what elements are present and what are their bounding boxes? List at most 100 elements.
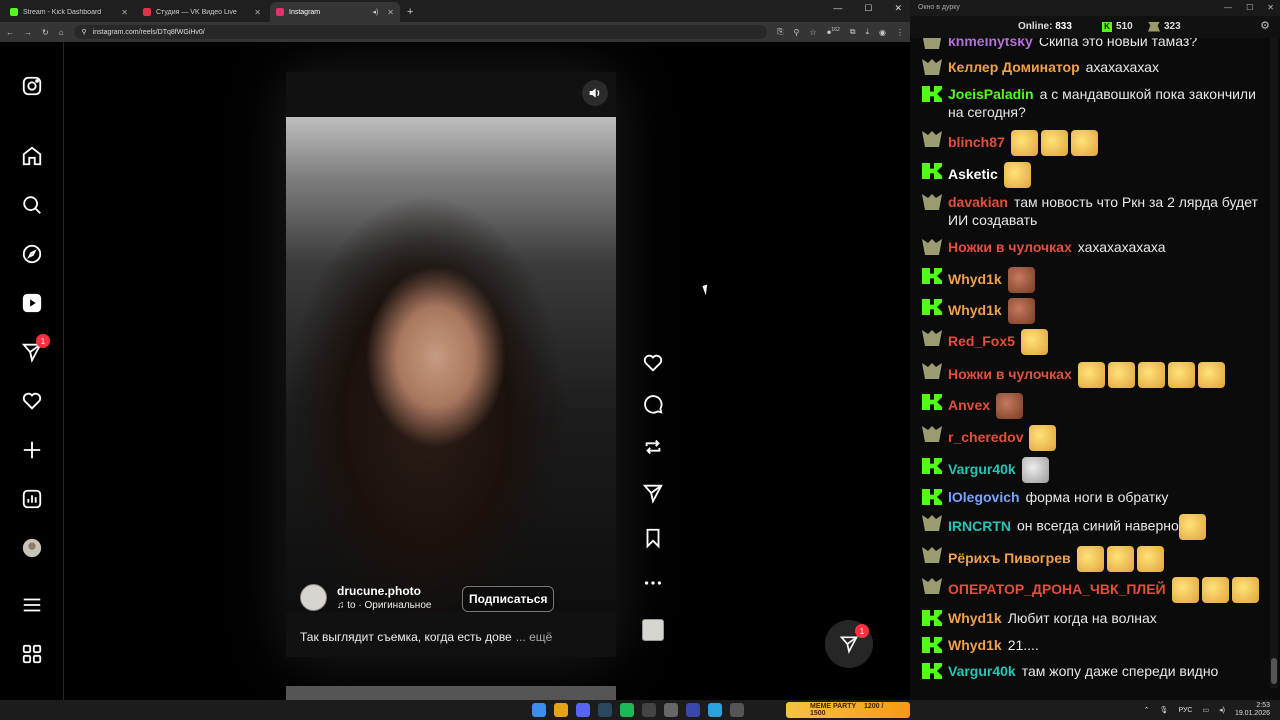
app-icon[interactable] [730, 703, 744, 717]
share-icon[interactable] [641, 481, 665, 505]
mic-icon[interactable]: 🎙 [1160, 706, 1169, 714]
create-plus-icon[interactable] [20, 438, 44, 462]
new-tab-button[interactable]: + [407, 2, 413, 22]
clock[interactable]: 2:53 19.01.2026 [1235, 702, 1270, 718]
chat-username[interactable]: khmelnytsky [948, 38, 1033, 49]
tab-kick-dashboard[interactable]: Stream - Kick Dashboard ✕ [4, 2, 134, 22]
telegram-icon[interactable] [708, 703, 722, 717]
chat-username[interactable]: Ножки в чулочках [948, 239, 1072, 255]
minimize-icon[interactable]: — [833, 3, 842, 14]
start-windows-icon[interactable] [532, 703, 546, 717]
app-icon[interactable] [664, 703, 678, 717]
reels-nav-icon[interactable] [20, 291, 44, 315]
chat-username[interactable]: Whyd1k [948, 637, 1002, 653]
emote-icon [1007, 267, 1035, 293]
language-indicator[interactable]: РУС [1178, 707, 1192, 714]
speaker-icon[interactable]: ◂) [372, 8, 378, 16]
discord-icon[interactable] [576, 703, 590, 717]
follow-button[interactable]: Подписаться [462, 586, 555, 612]
settings-gear-icon[interactable]: ⚙ [1260, 19, 1270, 32]
comment-icon[interactable] [641, 393, 665, 417]
close-icon[interactable]: ✕ [387, 8, 394, 17]
author-username[interactable]: drucune.photo [337, 584, 431, 598]
reload-icon[interactable]: ↻ [42, 28, 49, 37]
steam-icon[interactable] [598, 703, 612, 717]
chat-username[interactable]: Whyd1k [948, 302, 1002, 318]
chat-username[interactable]: blinch87 [948, 134, 1005, 150]
scroll-thumb[interactable] [1271, 658, 1277, 684]
network-icon[interactable]: ▭ [1202, 706, 1209, 714]
crown-badge-icon [922, 363, 942, 379]
chat-username[interactable]: IRNCRTN [948, 518, 1011, 534]
minimize-icon[interactable]: — [1224, 3, 1232, 12]
chat-username[interactable]: Asketic [948, 166, 998, 182]
caption-more-link[interactable]: ... ещё [516, 630, 553, 644]
home-icon[interactable]: ⌂ [59, 28, 64, 37]
chat-username[interactable]: Whyd1k [948, 610, 1002, 626]
player-icon[interactable] [686, 703, 700, 717]
meme-party-widget[interactable]: MEME PARTY 1200 / 1500 [786, 702, 910, 718]
chat-username[interactable]: Vargur40k [948, 461, 1016, 477]
back-icon[interactable]: ← [6, 28, 14, 37]
profile-icon[interactable]: ◉ [879, 28, 886, 37]
site-info-icon[interactable]: ⚲ [82, 28, 87, 36]
more-menu-icon[interactable] [20, 593, 44, 617]
tab-instagram[interactable]: Instagram ◂) ✕ [270, 2, 400, 22]
spotify-icon[interactable] [620, 703, 634, 717]
chat-username[interactable]: Anvex [948, 397, 990, 413]
volume-icon[interactable]: ◂) [1219, 706, 1225, 714]
maximize-icon[interactable]: ☐ [1246, 3, 1253, 12]
chrome-icon[interactable] [554, 703, 568, 717]
forward-icon[interactable]: → [24, 28, 32, 37]
repost-icon[interactable] [641, 435, 665, 459]
chat-username[interactable]: Whyd1k [948, 271, 1002, 287]
extension-icon[interactable]: ●162 [827, 27, 840, 37]
like-heart-icon[interactable] [641, 351, 665, 375]
chat-username[interactable]: Рёрихъ Пивогрев [948, 550, 1071, 566]
more-options-icon[interactable] [641, 571, 665, 595]
close-window-icon[interactable]: ✕ [894, 3, 902, 14]
audio-thumbnail[interactable] [642, 619, 664, 641]
close-window-icon[interactable]: ✕ [1267, 3, 1274, 12]
search-nav-icon[interactable] [20, 193, 44, 217]
puzzle-icon[interactable]: ⧉ [850, 27, 856, 37]
profile-avatar-icon[interactable] [20, 536, 44, 560]
close-icon[interactable]: ✕ [254, 8, 261, 17]
chat-username[interactable]: ОПЕРАТОР_ДРОНА_ЧВК_ПЛЕЙ [948, 581, 1166, 597]
zoom-icon[interactable]: ⚲ [794, 28, 800, 37]
obs-icon[interactable] [642, 703, 656, 717]
next-reel-preview[interactable] [286, 686, 616, 700]
chat-username[interactable]: Келлер Доминатор [948, 59, 1080, 75]
chat-username[interactable]: Red_Fox5 [948, 333, 1015, 349]
save-bookmark-icon[interactable] [641, 526, 665, 550]
chat-username[interactable]: Vargur40k [948, 663, 1016, 679]
chat-username[interactable]: Ножки в чулочках [948, 366, 1072, 382]
chat-scrollbar[interactable] [1270, 38, 1278, 688]
reel-video[interactable]: drucune.photo ♫ to · Оригинальное Подпис… [286, 72, 616, 657]
message-body: Whyd1k Любит когда на волнах [922, 609, 1268, 627]
star-icon[interactable]: ☆ [809, 28, 816, 37]
chat-username[interactable]: lOlegovich [948, 489, 1020, 505]
chevron-up-icon[interactable]: ⌃ [1144, 706, 1150, 714]
dashboard-chart-icon[interactable] [20, 487, 44, 511]
notifications-heart-icon[interactable] [20, 389, 44, 413]
messages-fab-button[interactable]: 1 [825, 620, 873, 668]
chat-username[interactable]: JoeisPaladin [948, 86, 1034, 102]
sound-toggle-icon[interactable] [582, 80, 608, 106]
instagram-logo-icon[interactable] [20, 74, 44, 98]
home-nav-icon[interactable] [20, 144, 44, 168]
apps-grid-icon[interactable] [20, 642, 44, 666]
maximize-icon[interactable]: ☐ [864, 3, 872, 14]
chat-username[interactable]: davakian [948, 194, 1008, 210]
download-icon[interactable]: ⤓ [865, 27, 869, 37]
menu-icon[interactable]: ⋮ [896, 28, 904, 37]
url-field[interactable]: ⚲ instagram.com/reels/DTq8fWGiHv0/ [73, 25, 768, 39]
author-avatar[interactable] [300, 584, 327, 611]
explore-compass-icon[interactable] [20, 242, 44, 266]
close-icon[interactable]: ✕ [121, 8, 128, 17]
chat-username[interactable]: r_cheredov [948, 429, 1023, 445]
messages-nav-icon[interactable]: 1 [20, 334, 50, 364]
tab-vk-studio[interactable]: Студия — VK Видео Live ✕ [137, 2, 267, 22]
audio-label[interactable]: ♫ to · Оригинальное [337, 600, 431, 611]
install-icon[interactable]: ⎘ [777, 27, 783, 37]
